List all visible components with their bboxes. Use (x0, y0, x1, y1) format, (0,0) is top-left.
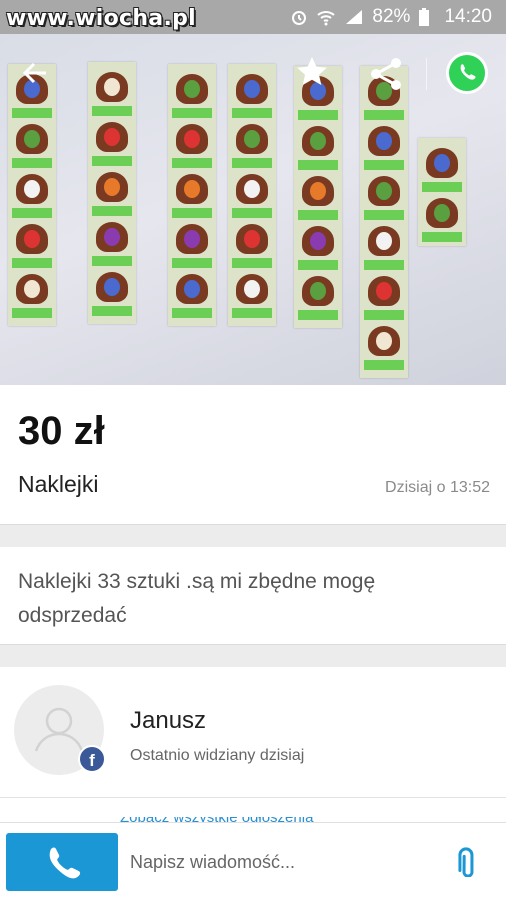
top-bar (0, 34, 506, 114)
last-seen-status: Ostatnio widziany dzisiaj (130, 747, 305, 764)
call-button[interactable] (6, 833, 118, 891)
toolbar-divider (426, 58, 427, 90)
favorite-star-icon[interactable] (294, 54, 330, 90)
wifi-icon (317, 11, 336, 26)
bottom-action-bar (0, 822, 506, 900)
sticker-strip (418, 138, 466, 246)
status-icons: 82% 14:20 (290, 6, 492, 28)
clock: 14:20 (444, 6, 492, 27)
back-arrow-icon[interactable] (18, 56, 52, 90)
battery-percent: 82% (372, 6, 411, 27)
paperclip-icon[interactable] (450, 847, 484, 878)
phone-icon (49, 847, 81, 879)
price-card: 30 zł Naklejki Dzisiaj o 13:52 (0, 385, 506, 525)
signal-icon (346, 10, 363, 24)
section-divider (0, 797, 506, 798)
listing-description: Naklejki 33 sztuki .są mi zbędne mogę od… (18, 570, 376, 627)
listing-title: Naklejki (18, 471, 99, 497)
share-icon[interactable] (366, 56, 406, 92)
battery-icon (419, 8, 430, 26)
seller-card[interactable]: f Janusz Ostatnio widziany dzisiaj Zobac… (0, 667, 506, 827)
description-card: Naklejki 33 sztuki .są mi zbędne mogę od… (0, 547, 506, 645)
posted-date: Dzisiaj o 13:52 (385, 479, 490, 496)
alarm-icon (292, 11, 307, 25)
seller-name[interactable]: Janusz (130, 707, 206, 735)
message-input[interactable] (130, 845, 430, 879)
facebook-icon: f (78, 745, 106, 773)
watermark-logo: www.wiocha.pl (6, 6, 196, 31)
listing-price: 30 zł (18, 409, 105, 453)
whatsapp-icon[interactable] (446, 52, 488, 94)
